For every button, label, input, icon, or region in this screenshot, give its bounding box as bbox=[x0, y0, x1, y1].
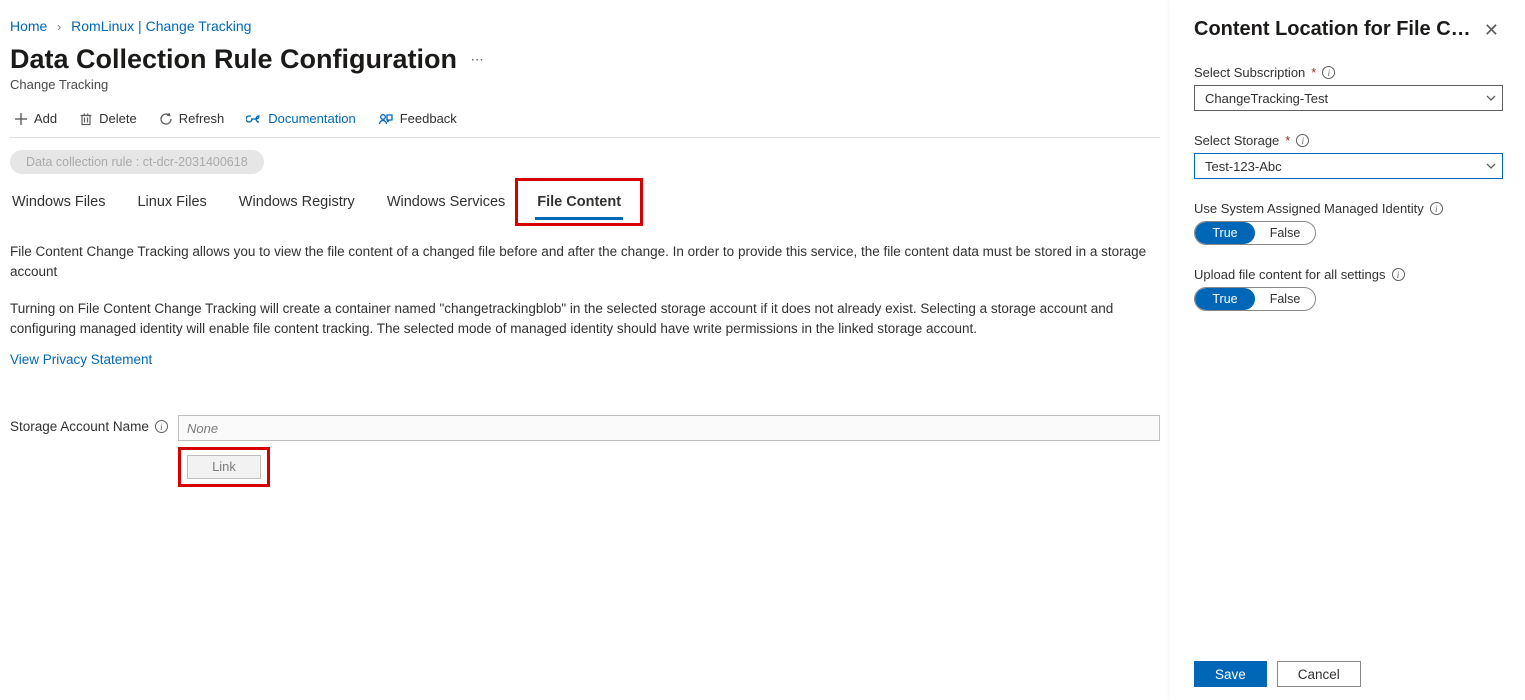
refresh-button[interactable]: Refresh bbox=[155, 108, 229, 129]
breadcrumb-path[interactable]: RomLinux | Change Tracking bbox=[71, 18, 251, 34]
storage-dropdown[interactable]: Test-123-Abc bbox=[1194, 153, 1503, 179]
tab-windows-services[interactable]: Windows Services bbox=[385, 188, 507, 220]
tab-windows-registry[interactable]: Windows Registry bbox=[237, 188, 357, 220]
link-icon bbox=[246, 112, 262, 126]
plus-icon bbox=[14, 112, 28, 126]
storage-account-label-text: Storage Account Name bbox=[10, 419, 149, 434]
documentation-link[interactable]: Documentation bbox=[242, 108, 359, 129]
info-icon[interactable]: i bbox=[1392, 268, 1405, 281]
toolbar: Add Delete Refresh Documentation Feedbac… bbox=[10, 102, 1160, 138]
subscription-dropdown[interactable]: ChangeTracking-Test bbox=[1194, 85, 1503, 111]
delete-button[interactable]: Delete bbox=[75, 108, 141, 129]
subscription-label-text: Select Subscription bbox=[1194, 65, 1305, 80]
storage-label: Select Storage * i bbox=[1194, 133, 1503, 148]
tab-file-content[interactable]: File Content bbox=[535, 188, 623, 220]
link-button[interactable]: Link bbox=[187, 455, 261, 479]
storage-account-label: Storage Account Name i bbox=[10, 415, 170, 434]
tab-bar: Windows Files Linux Files Windows Regist… bbox=[10, 188, 1160, 220]
storage-account-input[interactable] bbox=[178, 415, 1160, 441]
documentation-label: Documentation bbox=[268, 111, 355, 126]
trash-icon bbox=[79, 112, 93, 126]
upload-toggle-false[interactable]: False bbox=[1255, 288, 1315, 310]
close-icon[interactable]: ✕ bbox=[1480, 18, 1503, 43]
link-button-highlight: Link bbox=[178, 447, 270, 487]
upload-toggle-true[interactable]: True bbox=[1195, 288, 1255, 310]
upload-label-text: Upload file content for all settings bbox=[1194, 267, 1386, 282]
breadcrumb-home[interactable]: Home bbox=[10, 18, 47, 34]
refresh-label: Refresh bbox=[179, 111, 225, 126]
refresh-icon bbox=[159, 112, 173, 126]
identity-label: Use System Assigned Managed Identity i bbox=[1194, 201, 1503, 216]
chevron-down-icon bbox=[1486, 161, 1496, 171]
content-location-panel: Content Location for File Content Change… bbox=[1170, 0, 1525, 700]
storage-value: Test-123-Abc bbox=[1205, 159, 1486, 174]
tab-linux-files[interactable]: Linux Files bbox=[135, 188, 208, 220]
page-subtitle: Change Tracking bbox=[10, 77, 1160, 92]
feedback-label: Feedback bbox=[400, 111, 457, 126]
feedback-icon bbox=[378, 112, 394, 126]
more-actions-button[interactable]: ⋯ bbox=[471, 52, 486, 68]
tab-windows-files[interactable]: Windows Files bbox=[10, 188, 107, 220]
identity-toggle-true[interactable]: True bbox=[1195, 222, 1255, 244]
upload-label: Upload file content for all settings i bbox=[1194, 267, 1503, 282]
dcr-pill: Data collection rule : ct-dcr-2031400618 bbox=[10, 150, 264, 174]
description-paragraph-2: Turning on File Content Change Tracking … bbox=[10, 299, 1160, 338]
delete-label: Delete bbox=[99, 111, 137, 126]
chevron-right-icon: › bbox=[51, 20, 67, 34]
identity-label-text: Use System Assigned Managed Identity bbox=[1194, 201, 1424, 216]
info-icon[interactable]: i bbox=[155, 420, 168, 433]
required-star: * bbox=[1311, 65, 1316, 80]
storage-label-text: Select Storage bbox=[1194, 133, 1279, 148]
description-paragraph-1: File Content Change Tracking allows you … bbox=[10, 242, 1160, 281]
cancel-button[interactable]: Cancel bbox=[1277, 661, 1361, 687]
subscription-label: Select Subscription * i bbox=[1194, 65, 1503, 80]
upload-toggle[interactable]: True False bbox=[1194, 287, 1316, 311]
breadcrumb: Home › RomLinux | Change Tracking bbox=[10, 8, 1160, 40]
info-icon[interactable]: i bbox=[1430, 202, 1443, 215]
info-icon[interactable]: i bbox=[1296, 134, 1309, 147]
page-title: Data Collection Rule Configuration bbox=[10, 44, 457, 75]
info-icon[interactable]: i bbox=[1322, 66, 1335, 79]
identity-toggle-false[interactable]: False bbox=[1255, 222, 1315, 244]
panel-title: Content Location for File Content Change… bbox=[1194, 18, 1474, 41]
chevron-down-icon bbox=[1486, 93, 1496, 103]
required-star: * bbox=[1285, 133, 1290, 148]
subscription-value: ChangeTracking-Test bbox=[1205, 91, 1486, 106]
add-label: Add bbox=[34, 111, 57, 126]
identity-toggle[interactable]: True False bbox=[1194, 221, 1316, 245]
privacy-statement-link[interactable]: View Privacy Statement bbox=[10, 352, 152, 367]
save-button[interactable]: Save bbox=[1194, 661, 1267, 687]
add-button[interactable]: Add bbox=[10, 108, 61, 129]
feedback-button[interactable]: Feedback bbox=[374, 108, 461, 129]
